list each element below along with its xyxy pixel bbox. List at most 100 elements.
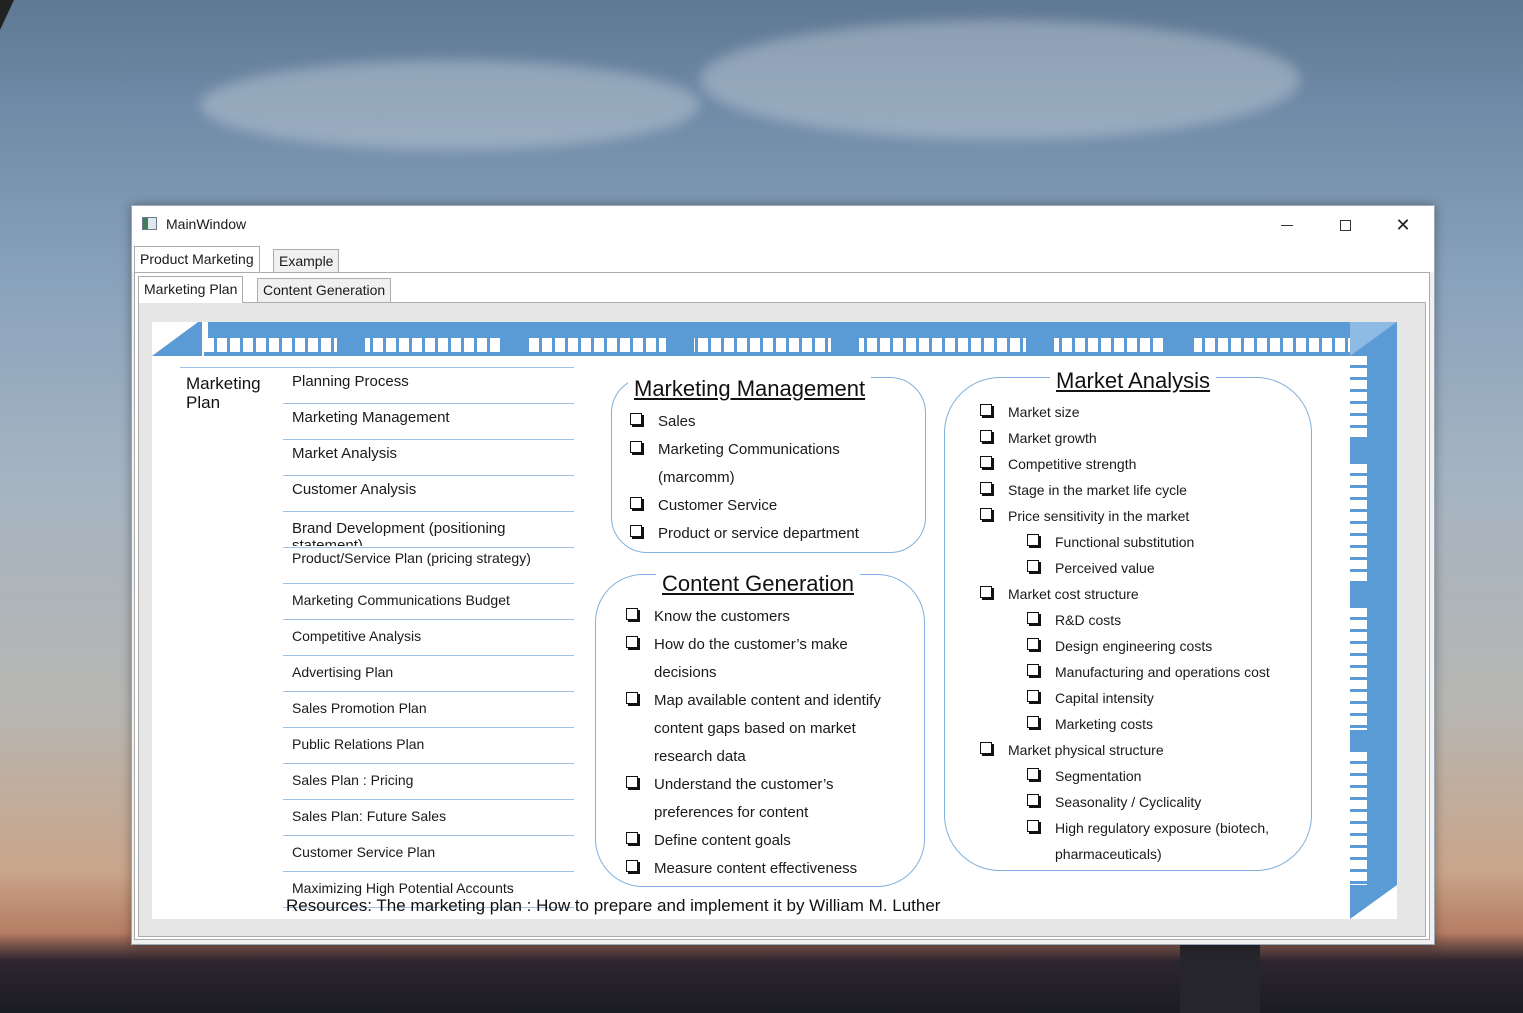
border-gap [666,322,694,356]
checklist-item-text: Competitive strength [1008,456,1137,472]
border-gap [1350,730,1370,752]
checklist-subitem: R&D costs [1027,607,1270,633]
checklist-item: Know the customers [626,603,881,631]
toc-item: Sales Plan: Future Sales [292,808,447,824]
checklist-item-continued: content gaps based on market [626,715,881,743]
checklist-subitem: Functional substitution [1027,529,1270,555]
checklist-item: Sales [630,408,859,436]
maximize-button[interactable] [1316,206,1374,244]
checklist-item-text: Measure content effectiveness [654,860,858,877]
checklist-item-text: Capital intensity [1055,690,1154,706]
title-bar[interactable]: MainWindow ✕ [132,206,1434,244]
toc-row: Sales Promotion Plan [283,692,574,728]
checkbox-bullet-icon [626,636,638,648]
checkbox-bullet-icon [1027,716,1039,728]
checklist-item: Understand the customer’s [626,771,881,799]
toc-row: Planning Process [283,368,574,404]
checkbox-bullet-icon [630,441,642,453]
checkbox-bullet-icon [1027,794,1039,806]
checklist-item-text: Market size [1008,404,1080,420]
toc-item: Public Relations Plan [292,736,425,752]
checklist-item-continued: (marcomm) [630,464,859,492]
checkbox-bullet-icon [630,497,642,509]
checklist-subitem: Marketing costs [1027,711,1270,737]
tower-building [1180,943,1260,1013]
top-right-triangle [1350,322,1397,356]
toc-item: Marketing Management [292,409,450,426]
checkbox-bullet-icon [980,404,992,416]
checklist-item: Marketing Communications [630,436,859,464]
checkbox-bullet-icon [626,832,638,844]
checklist-item: Market physical structure [980,737,1270,763]
toc-row: Competitive Analysis [283,620,574,656]
checklist-item-text: pharmaceuticals) [1055,846,1162,862]
checklist-subitem: Seasonality / Cyclicality [1027,789,1270,815]
checklist-item-text: Market physical structure [1008,742,1164,758]
minimize-button[interactable] [1258,206,1316,244]
checklist-item-text: Price sensitivity in the market [1008,508,1190,524]
checklist-item-text: Market cost structure [1008,586,1139,602]
tab-content-generation[interactable]: Content Generation [257,278,392,302]
checklist-subitem: Segmentation [1027,763,1270,789]
checklist-item: Competitive strength [980,451,1270,477]
checklist-item-text: Market growth [1008,430,1097,446]
checklist-item-text: (marcomm) [658,469,735,486]
desktop-corner-shape [0,0,14,30]
checkbox-bullet-icon [980,456,992,468]
checklist-item-text: Functional substitution [1055,534,1195,550]
slide-right-border [1350,322,1397,919]
checklist-item-text: Stage in the market life cycle [1008,482,1187,498]
toc-row: Marketing Management [283,404,574,440]
checklist-item-text: Segmentation [1055,768,1142,784]
toc-row: Sales Plan: Future Sales [283,800,574,836]
checkbox-bullet-icon [1027,560,1039,572]
tab-marketing-plan[interactable]: Marketing Plan [138,276,244,303]
border-gap [500,322,528,356]
toc-row: Advertising Plan [283,656,574,692]
toc-item: Customer Service Plan [292,844,436,860]
checklist-item-text: Design engineering costs [1055,638,1213,654]
checklist-item-text: Map available content and identify [654,692,881,709]
checkbox-bullet-icon [1027,690,1039,702]
checklist-item-text: Sales [658,413,696,430]
toc-item: Advertising Plan [292,664,394,680]
checklist-subitem: Design engineering costs [1027,633,1270,659]
marketing-management-list: Sales Marketing Communications (marcomm)… [630,408,859,548]
tab-example[interactable]: Example [273,249,340,272]
top-left-triangle [152,322,202,356]
checkbox-bullet-icon [630,413,642,425]
toc-item: Maximizing High Potential Accounts [292,880,514,896]
checkbox-bullet-icon [980,482,992,494]
checklist-subitem: Manufacturing and operations cost [1027,659,1270,685]
close-button[interactable]: ✕ [1374,206,1432,244]
border-gap [1350,440,1370,462]
toc-row: Customer Analysis [283,476,574,512]
checklist-item-text: Customer Service [658,497,778,514]
checklist-item-continued: decisions [626,659,881,687]
toc-item: Brand Development (positioning statement… [292,520,506,546]
tab-product-marketing[interactable]: Product Marketing [134,246,260,273]
checklist-item: How do the customer’s make [626,631,881,659]
checkbox-bullet-icon [626,608,638,620]
cloud [200,60,700,150]
checkbox-bullet-icon [1027,664,1039,676]
checklist-subitem: Capital intensity [1027,685,1270,711]
toc-item: Competitive Analysis [292,628,422,644]
checklist-item: Measure content effectiveness [626,855,881,883]
border-gap [337,322,365,356]
top-left-triangle-shape [152,322,202,356]
slide-top-border [200,322,1350,356]
content-generation-list: Know the customers How do the customer’s… [626,603,881,883]
inner-tab-panel: Marketing Plan Planning Process Marketin… [138,302,1426,937]
checkbox-bullet-icon [1027,768,1039,780]
checklist-item-text: High regulatory exposure (biotech, [1055,820,1270,836]
toc-row: Sales Plan : Pricing [283,764,574,800]
toc-item: Product/Service Plan (pricing strategy) [292,550,531,566]
border-gap [1166,322,1194,356]
checkbox-bullet-icon [1027,820,1039,832]
border-gap [1350,584,1370,606]
border-gap [831,322,859,356]
checkbox-bullet-icon [980,508,992,520]
checklist-item-text: Marketing costs [1055,716,1154,732]
checklist-item-text: Manufacturing and operations cost [1055,664,1270,680]
